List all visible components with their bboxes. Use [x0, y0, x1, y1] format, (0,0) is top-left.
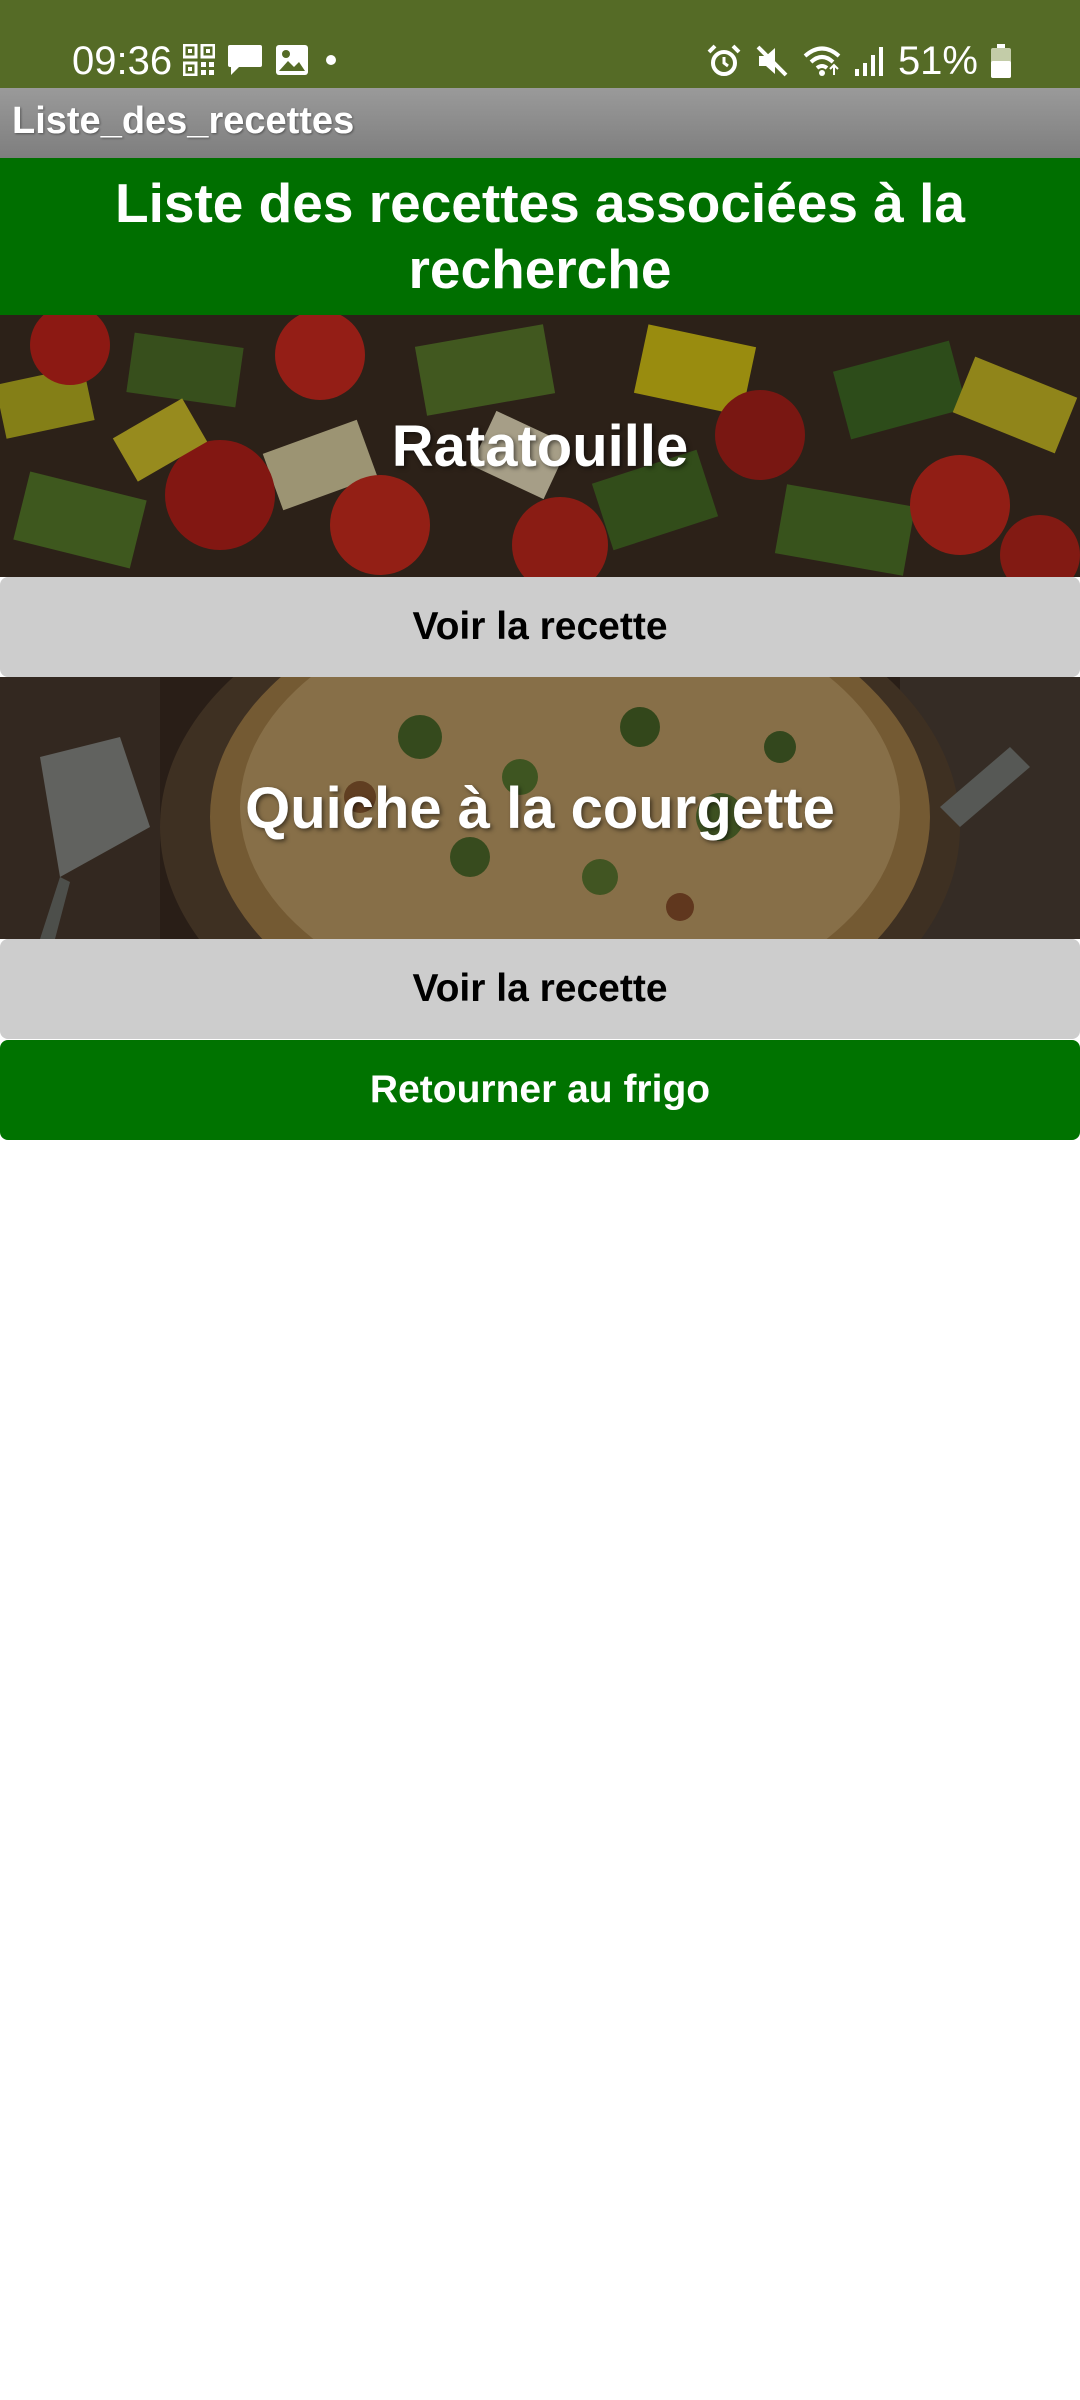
- recipe-card-quiche: Quiche à la courgette: [0, 677, 1080, 939]
- recipe-title: Ratatouille: [391, 413, 689, 479]
- signal-icon: [854, 47, 883, 76]
- gallery-icon: [276, 45, 308, 75]
- dot-icon: [326, 55, 336, 65]
- page-heading-line2: recherche: [408, 238, 672, 300]
- wifi-icon: [803, 46, 841, 76]
- view-recipe-button[interactable]: Voir la recette: [0, 939, 1080, 1039]
- back-to-fridge-button[interactable]: Retourner au frigo: [0, 1040, 1080, 1140]
- app-bar: Liste_des_recettes: [0, 88, 1080, 158]
- qr-code-icon: [183, 44, 215, 76]
- status-bar: 09:36 51%: [0, 0, 1080, 88]
- recipe-title: Quiche à la courgette: [245, 775, 835, 841]
- page-heading: Liste des recettes associées à la recher…: [0, 158, 1080, 315]
- page-heading-line1: Liste des recettes associées à la: [115, 172, 965, 234]
- notification-icons: [183, 40, 353, 80]
- message-icon: [228, 45, 262, 75]
- battery-icon: [991, 44, 1011, 78]
- app-title: Liste_des_recettes: [12, 100, 355, 142]
- recipe-card-ratatouille: Ratatouille: [0, 315, 1080, 577]
- alarm-icon: [707, 44, 741, 76]
- view-recipe-button[interactable]: Voir la recette: [0, 577, 1080, 677]
- system-icons: 51%: [694, 36, 1012, 86]
- mute-icon: [756, 45, 788, 77]
- status-time: 09:36: [72, 39, 173, 83]
- battery-level: 51%: [897, 38, 978, 83]
